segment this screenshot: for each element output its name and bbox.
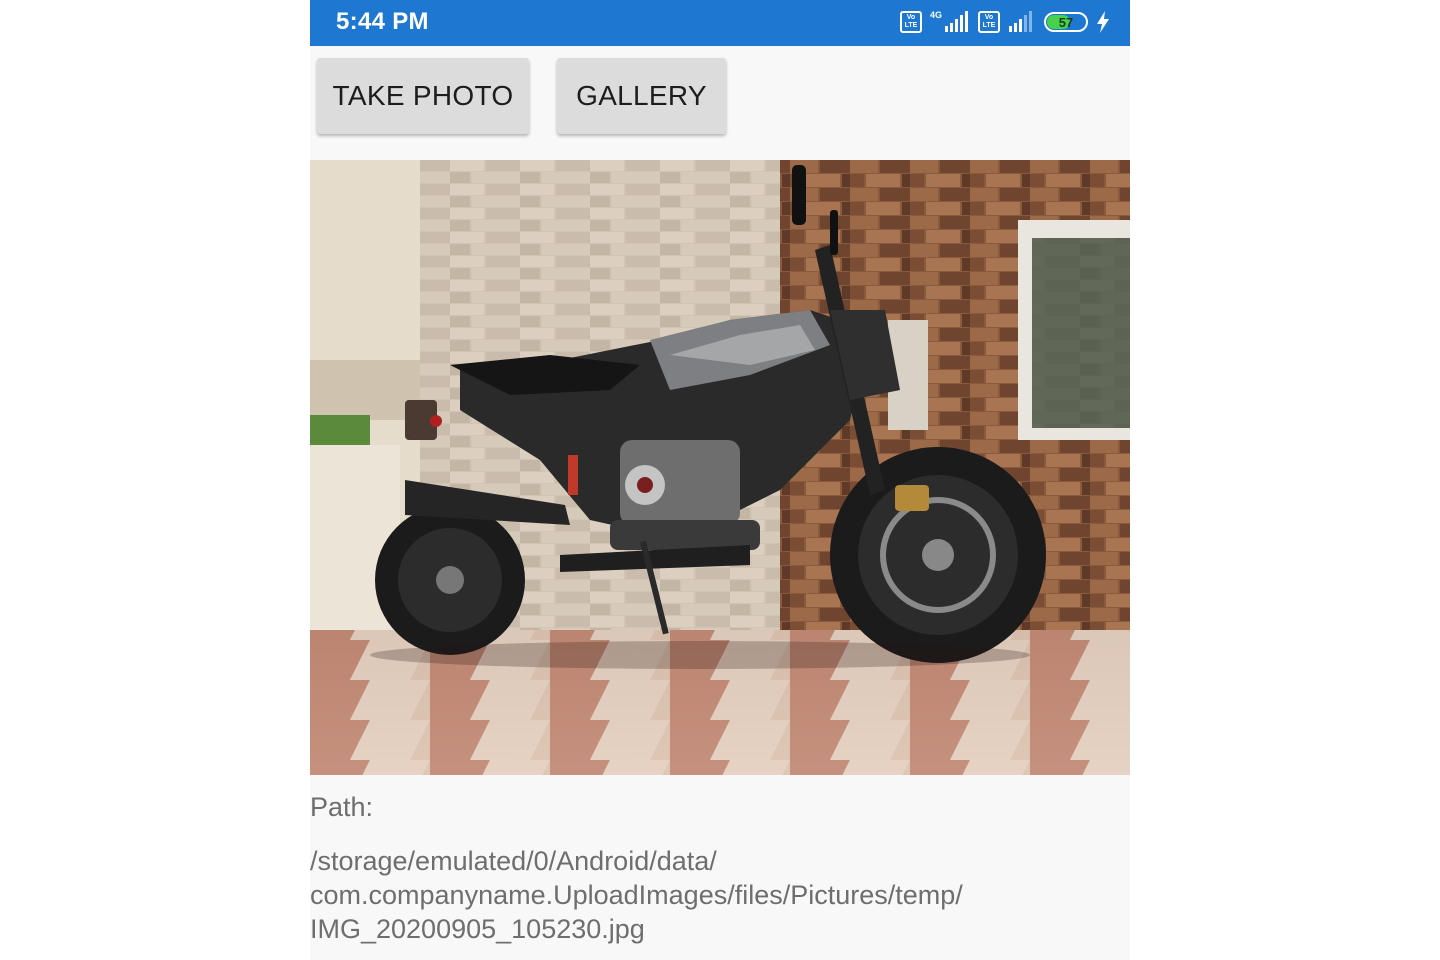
status-icons: Vo LTE 4G Vo LTE 57 xyxy=(899,9,1110,35)
gallery-button[interactable]: GALLERY xyxy=(557,58,726,134)
app-screen: 5:44 PM Vo LTE 4G Vo LTE 57 TAKE PHOTO G… xyxy=(310,0,1130,960)
motorcycle-photo-image xyxy=(310,160,1130,775)
selected-photo xyxy=(310,160,1130,775)
path-line-2: com.companyname.UploadImages/files/Pictu… xyxy=(310,880,963,910)
signal-strength-icon-2 xyxy=(1009,11,1032,32)
status-bar: 5:44 PM Vo LTE 4G Vo LTE 57 xyxy=(310,0,1130,46)
take-photo-button[interactable]: TAKE PHOTO xyxy=(317,58,529,134)
battery-icon: 57 xyxy=(1044,12,1088,32)
signal-strength-icon xyxy=(945,11,968,32)
battery-level: 57 xyxy=(1058,14,1074,30)
path-label: Path: xyxy=(310,792,374,822)
path-line-3: IMG_20200905_105230.jpg xyxy=(310,914,645,944)
status-time: 5:44 PM xyxy=(336,8,429,35)
volte-icon: Vo LTE xyxy=(899,11,922,33)
charging-bolt-icon xyxy=(1097,11,1109,33)
path-value: /storage/emulated/0/Android/data/ com.co… xyxy=(310,844,1120,946)
path-line-1: /storage/emulated/0/Android/data/ xyxy=(310,846,717,876)
volte-icon-2: Vo LTE xyxy=(978,11,1000,33)
network-type-label: 4G xyxy=(929,10,942,20)
